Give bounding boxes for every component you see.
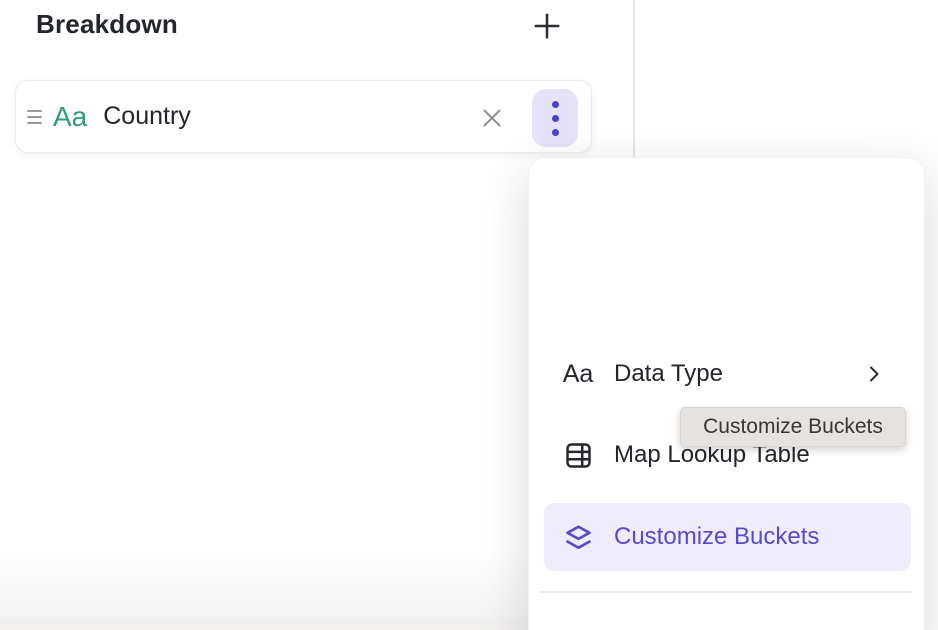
breakdown-field-card: Aa Country: [15, 80, 592, 153]
field-options-menu: Aa Data Type Map Lookup Table Customize …: [528, 157, 925, 630]
menu-item-customize-buckets[interactable]: Customize Buckets: [544, 503, 911, 571]
menu-divider: [541, 591, 911, 593]
data-type-text-icon: Aa: [561, 360, 595, 389]
menu-item-label: Data Type: [614, 360, 723, 388]
menu-item-label: Customize Buckets: [614, 523, 819, 551]
menu-item-data-type[interactable]: Aa Data Type: [529, 348, 924, 400]
add-breakdown-button[interactable]: [527, 6, 567, 46]
table-icon: [561, 440, 595, 471]
field-options-kebab-button[interactable]: [532, 89, 578, 147]
drag-handle-icon[interactable]: [27, 110, 42, 124]
field-name-label: Country: [103, 102, 191, 131]
stack-icon: [561, 521, 595, 554]
remove-field-button[interactable]: [471, 97, 513, 139]
chevron-right-icon: [862, 362, 886, 386]
page-title: Breakdown: [36, 9, 178, 40]
customize-buckets-tooltip: Customize Buckets: [680, 407, 906, 447]
breakdown-header: Breakdown: [0, 0, 634, 60]
close-icon: [477, 103, 507, 133]
text-type-icon: Aa: [53, 101, 87, 133]
plus-icon: [529, 8, 565, 44]
